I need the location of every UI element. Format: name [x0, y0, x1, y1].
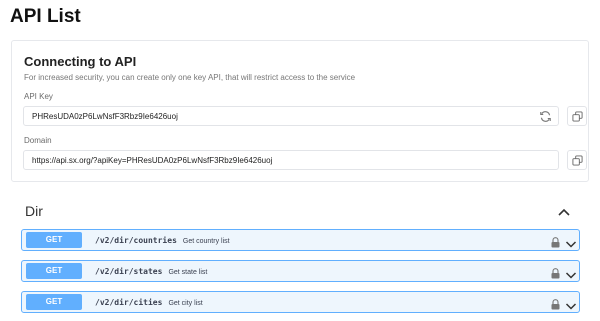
connect-card: Connecting to API For increased security…	[11, 40, 589, 182]
api-key-value: PHResUDA0zP6LwNsfF3Rbz9Ie6426uoj	[32, 112, 178, 121]
domain-value: https://api.sx.org/?apiKey=PHResUDA0zP6L…	[32, 156, 273, 165]
copy-domain-button[interactable]	[567, 150, 587, 170]
page-title: API List	[10, 6, 81, 27]
card-description: For increased security, you can create o…	[24, 73, 356, 82]
endpoint-row[interactable]: GET /v2/dir/countries Get country list	[21, 229, 580, 251]
refresh-icon[interactable]	[539, 110, 552, 123]
endpoint-summary: Get city list	[168, 300, 203, 307]
endpoint-summary: Get country list	[182, 238, 230, 245]
endpoint-summary: Get state list	[168, 269, 208, 276]
endpoint-row[interactable]: GET /v2/dir/states Get state list	[21, 260, 580, 282]
api-key-field[interactable]: PHResUDA0zP6LwNsfF3Rbz9Ie6426uoj	[23, 106, 559, 126]
copy-api-key-button[interactable]	[567, 106, 587, 126]
endpoint-path: /v2/dir/states Get state list	[95, 267, 207, 276]
chevron-down-icon[interactable]	[565, 298, 577, 310]
chevron-down-icon[interactable]	[565, 267, 577, 279]
lock-icon[interactable]	[551, 297, 560, 310]
endpoint-path-text: /v2/dir/countries	[95, 236, 177, 245]
copy-icon	[572, 111, 583, 122]
copy-icon	[572, 155, 583, 166]
domain-label: Domain	[24, 136, 52, 145]
endpoint-path: /v2/dir/countries Get country list	[95, 236, 230, 245]
endpoint-path-text: /v2/dir/cities	[95, 298, 163, 307]
method-badge: GET	[26, 232, 82, 248]
card-title: Connecting to API	[24, 54, 137, 69]
api-key-label: API Key	[24, 92, 53, 101]
chevron-down-icon[interactable]	[565, 236, 577, 248]
method-badge: GET	[26, 263, 82, 279]
lock-icon[interactable]	[551, 235, 560, 248]
section-title: Dir	[25, 203, 43, 219]
lock-icon[interactable]	[551, 266, 560, 279]
endpoint-path: /v2/dir/cities Get city list	[95, 298, 203, 307]
domain-field[interactable]: https://api.sx.org/?apiKey=PHResUDA0zP6L…	[23, 150, 559, 170]
endpoint-row[interactable]: GET /v2/dir/cities Get city list	[21, 291, 580, 313]
method-badge: GET	[26, 294, 82, 310]
endpoint-path-text: /v2/dir/states	[95, 267, 163, 276]
chevron-up-icon[interactable]	[557, 205, 571, 217]
